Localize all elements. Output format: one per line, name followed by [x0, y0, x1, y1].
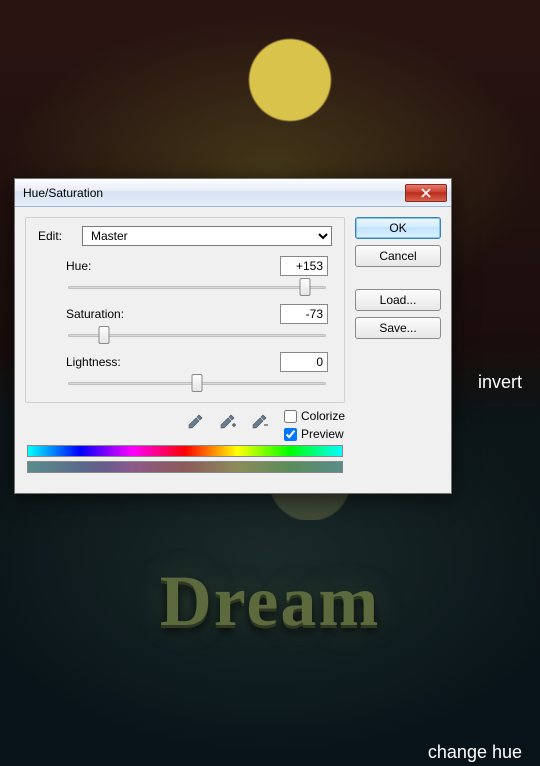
cancel-button[interactable]: Cancel — [355, 245, 441, 267]
edit-select[interactable]: Master — [82, 226, 332, 246]
output-spectrum-strip[interactable] — [27, 461, 343, 473]
lightness-slider-thumb[interactable] — [192, 374, 203, 392]
dialog-title: Hue/Saturation — [23, 186, 405, 200]
preview-label: Preview — [301, 427, 344, 441]
saturation-slider-thumb[interactable] — [99, 326, 110, 344]
lightness-value-input[interactable] — [280, 352, 328, 372]
eyedropper-icon[interactable] — [184, 411, 206, 433]
saturation-label: Saturation: — [66, 307, 124, 321]
preview-checkbox-row[interactable]: Preview — [284, 427, 345, 441]
load-button[interactable]: Load... — [355, 289, 441, 311]
edit-label: Edit: — [38, 229, 76, 243]
lightness-slider[interactable] — [68, 374, 326, 392]
saturation-value-input[interactable] — [280, 304, 328, 324]
lightness-label: Lightness: — [66, 355, 121, 369]
titlebar[interactable]: Hue/Saturation — [15, 179, 451, 207]
ok-button[interactable]: OK — [355, 217, 441, 239]
save-button[interactable]: Save... — [355, 317, 441, 339]
eyedropper-add-icon[interactable] — [216, 411, 238, 433]
hue-value-input[interactable] — [280, 256, 328, 276]
hue-slider[interactable] — [68, 278, 326, 296]
hue-saturation-dialog: Hue/Saturation Edit: Master Hue: — [14, 178, 452, 494]
hue-slider-thumb[interactable] — [300, 278, 311, 296]
saturation-slider[interactable] — [68, 326, 326, 344]
artwork-text: Dream — [0, 560, 540, 643]
eyedropper-subtract-icon[interactable] — [248, 411, 270, 433]
hue-label: Hue: — [66, 259, 91, 273]
caption-change-hue: change hue — [428, 742, 522, 763]
colorize-label: Colorize — [301, 409, 345, 423]
colorize-checkbox[interactable] — [284, 410, 297, 423]
hue-spectrum-strip[interactable] — [27, 445, 343, 457]
close-icon — [420, 188, 432, 198]
colorize-checkbox-row[interactable]: Colorize — [284, 409, 345, 423]
caption-invert: invert — [478, 372, 522, 393]
edit-group: Edit: Master Hue: Saturation — [25, 217, 345, 403]
eyedropper-tools — [184, 407, 276, 437]
close-button[interactable] — [405, 184, 447, 202]
preview-checkbox[interactable] — [284, 428, 297, 441]
